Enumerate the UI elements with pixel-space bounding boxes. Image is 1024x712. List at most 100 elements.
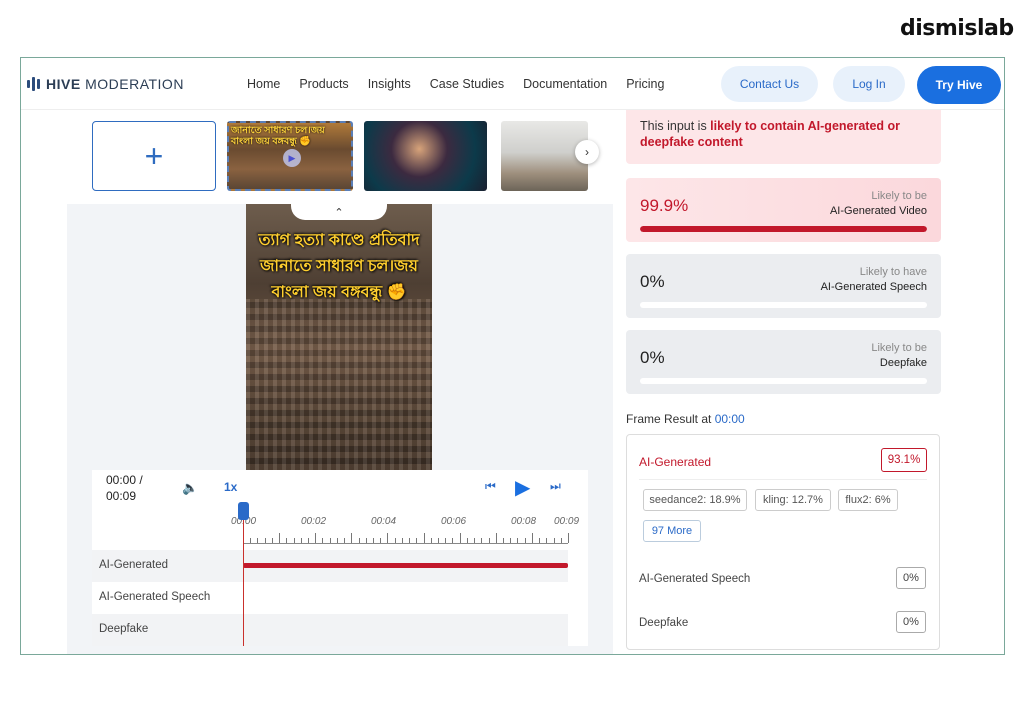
skip-back-icon[interactable]: ⏮ bbox=[485, 479, 496, 494]
nav-products[interactable]: Products bbox=[299, 77, 348, 91]
ruler-tick bbox=[438, 538, 439, 543]
ruler-tick bbox=[401, 538, 403, 543]
ruler-tick bbox=[409, 538, 411, 543]
nav-home[interactable]: Home bbox=[247, 77, 280, 91]
ruler-tick bbox=[488, 538, 490, 543]
ruler-tick bbox=[315, 533, 317, 543]
player-controls: 00:00 / 00:09 🔈 1x ⏮ ▶ ⏭ bbox=[92, 470, 588, 506]
video-frame[interactable]: ত্যাগ হত্যা কাণ্ডে প্রতিবাদ জানাতে সাধার… bbox=[246, 204, 432, 470]
ruler-tick bbox=[474, 538, 476, 543]
ruler-tick bbox=[416, 538, 418, 543]
contact-us-button[interactable]: Contact Us bbox=[721, 66, 818, 102]
ruler-tick bbox=[387, 533, 389, 543]
fr-title: AI-Generated bbox=[639, 455, 712, 469]
timeline: 00:00 00:02 00:04 00:06 00:08 00:09 AI-G… bbox=[92, 502, 588, 646]
time-display: 00:00 / 00:09 bbox=[106, 473, 143, 503]
thumbnail-caption: জানাতে সাধারণ চল।জয় বাংলা জয় বঙ্গবন্ধু… bbox=[231, 125, 325, 147]
ruler-tick bbox=[300, 538, 302, 543]
top-nav: HIVE MODERATION Home Products Insights C… bbox=[21, 58, 1004, 110]
ruler-tick bbox=[322, 538, 324, 543]
verdict-banner: This input is likely to contain AI-gener… bbox=[626, 110, 941, 164]
ruler-tick bbox=[568, 533, 569, 543]
ruler-tick bbox=[539, 538, 541, 543]
ruler-tick bbox=[373, 538, 374, 543]
ruler-tick bbox=[351, 533, 353, 543]
hive-logo-icon bbox=[27, 77, 40, 91]
ruler-tick bbox=[250, 538, 252, 543]
track-deepfake: Deepfake bbox=[92, 614, 568, 646]
ruler-tick bbox=[546, 538, 548, 543]
ruler-tick bbox=[452, 538, 454, 543]
ruler-tick bbox=[293, 538, 295, 543]
ruler-tick bbox=[344, 538, 346, 543]
fr-deepfake-label: Deepfake bbox=[639, 617, 689, 629]
ruler-tick bbox=[365, 538, 367, 543]
ai-generated-segment[interactable] bbox=[243, 563, 568, 568]
ruler-tick bbox=[445, 538, 447, 543]
track-ai-generated: AI-Generated bbox=[92, 550, 568, 582]
chip-kling: kling: 12.7% bbox=[755, 489, 831, 511]
ruler-tick bbox=[510, 538, 512, 543]
ruler-tick bbox=[459, 533, 461, 543]
ruler-tick bbox=[524, 538, 526, 543]
thumbnail-cyberpunk-image[interactable] bbox=[364, 121, 487, 191]
dismislab-watermark: dismislab bbox=[900, 16, 1014, 41]
ruler-tick bbox=[466, 538, 468, 543]
track-ai-speech: AI-Generated Speech bbox=[99, 591, 211, 603]
card-deepfake: 0% Likely to be Deepfake bbox=[626, 330, 941, 394]
frame-result-label: Frame Result at 00:00 bbox=[626, 412, 745, 426]
fr-speech-score: 0% bbox=[896, 567, 926, 589]
more-models-button[interactable]: 97 More bbox=[643, 520, 701, 542]
ruler-tick bbox=[358, 538, 360, 543]
divider bbox=[639, 479, 927, 480]
ruler-tick bbox=[329, 538, 331, 543]
ruler-tick bbox=[257, 538, 259, 543]
progress-fill bbox=[640, 226, 927, 232]
volume-icon[interactable]: 🔈 bbox=[182, 480, 198, 496]
ruler-tick bbox=[286, 538, 288, 543]
video-caption: ত্যাগ হত্যা কাণ্ডে প্রতিবাদ জানাতে সাধার… bbox=[258, 232, 420, 301]
ruler-tick bbox=[279, 533, 281, 543]
ruler-tick bbox=[560, 538, 562, 543]
fr-score-badge: 93.1% bbox=[881, 448, 927, 472]
ruler-tick bbox=[264, 538, 266, 543]
thumbnail-selected-video[interactable]: জানাতে সাধারণ চল।জয় বাংলা জয় বঙ্গবন্ধু… bbox=[227, 121, 353, 191]
ruler-tick bbox=[531, 533, 533, 543]
ruler-tick bbox=[394, 538, 396, 543]
hive-logo[interactable]: HIVE MODERATION bbox=[27, 76, 184, 92]
nav-insights[interactable]: Insights bbox=[368, 77, 411, 91]
playhead-line bbox=[243, 520, 244, 646]
skip-forward-icon[interactable]: ⏭ bbox=[550, 479, 561, 494]
ruler-tick bbox=[308, 538, 309, 543]
nav-documentation[interactable]: Documentation bbox=[523, 77, 607, 91]
collapse-chevron-icon[interactable]: ⌃ bbox=[291, 204, 387, 220]
timeline-ruler bbox=[243, 533, 569, 544]
chip-flux2: flux2: 6% bbox=[838, 489, 898, 511]
chip-seedance2: seedance2: 18.9% bbox=[643, 489, 747, 511]
logo-text: HIVE MODERATION bbox=[46, 76, 184, 92]
ruler-tick bbox=[380, 538, 382, 543]
fr-speech-label: AI-Generated Speech bbox=[639, 573, 751, 585]
gallery-next-button[interactable]: › bbox=[575, 140, 599, 164]
play-icon: ▶ bbox=[283, 149, 301, 167]
fr-deepfake-score: 0% bbox=[896, 611, 926, 633]
nav-case-studies[interactable]: Case Studies bbox=[430, 77, 504, 91]
ruler-tick bbox=[503, 538, 504, 543]
speed-button[interactable]: 1x bbox=[224, 480, 237, 494]
ruler-tick bbox=[271, 538, 273, 543]
ruler-tick bbox=[423, 533, 425, 543]
browser-frame: HIVE MODERATION Home Products Insights C… bbox=[20, 57, 1005, 655]
ruler-tick bbox=[495, 533, 497, 543]
ruler-tick bbox=[430, 538, 432, 543]
nav-pricing[interactable]: Pricing bbox=[626, 77, 664, 91]
try-hive-button[interactable]: Try Hive bbox=[917, 66, 1001, 104]
ruler-tick bbox=[336, 538, 338, 543]
frame-result-box: AI-Generated 93.1% seedance2: 18.9% klin… bbox=[626, 434, 940, 650]
ruler-tick bbox=[481, 538, 483, 543]
log-in-button[interactable]: Log In bbox=[833, 66, 905, 102]
card-ai-speech: 0% Likely to have AI-Generated Speech bbox=[626, 254, 941, 318]
upload-add-button[interactable]: + bbox=[92, 121, 216, 191]
ruler-tick bbox=[553, 538, 555, 543]
play-button[interactable]: ▶ bbox=[515, 475, 530, 500]
playhead-handle[interactable] bbox=[238, 502, 249, 520]
